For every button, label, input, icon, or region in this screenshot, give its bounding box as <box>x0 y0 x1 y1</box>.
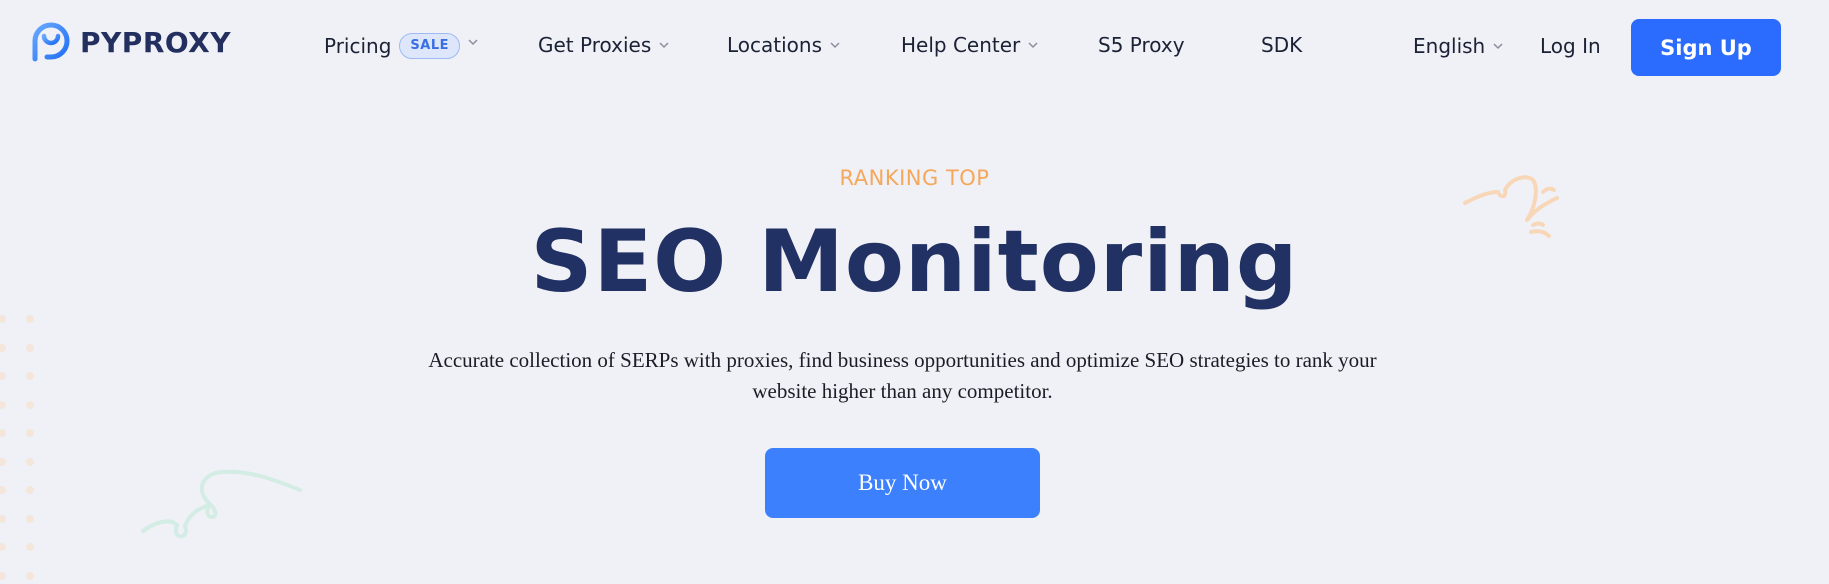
sale-badge: SALE <box>399 33 461 59</box>
login-link[interactable]: Log In <box>1540 34 1601 58</box>
decorative-dot <box>0 315 6 323</box>
nav-help-center-label: Help Center <box>901 33 1021 57</box>
pyproxy-logo-icon <box>32 22 70 62</box>
nav-sdk-label: SDK <box>1261 33 1303 57</box>
decorative-dot <box>0 372 6 380</box>
buy-now-button[interactable]: Buy Now <box>765 448 1040 518</box>
page: PYPROXY Pricing SALE Get Proxies Locatio… <box>0 0 1829 584</box>
login-label: Log In <box>1540 34 1601 58</box>
decorative-dot <box>26 543 34 551</box>
decorative-dot <box>26 457 34 466</box>
hero-eyebrow: RANKING TOP <box>839 166 990 190</box>
logo[interactable]: PYPROXY <box>30 21 231 63</box>
nav-s5-proxy[interactable]: S5 Proxy <box>1098 33 1185 57</box>
signup-button[interactable]: Sign Up <box>1631 19 1781 76</box>
decorative-dot <box>26 571 34 580</box>
decorative-dot <box>26 372 34 380</box>
decorative-dot <box>26 315 34 323</box>
nav-locations[interactable]: Locations <box>727 33 840 57</box>
decorative-dot <box>0 543 6 551</box>
hero-description: Accurate collection of SERPs with proxie… <box>428 348 1377 403</box>
chevron-down-icon <box>830 42 840 49</box>
nav-sdk[interactable]: SDK <box>1261 33 1302 57</box>
decorative-dot <box>0 343 6 352</box>
chevron-down-icon <box>468 39 478 46</box>
nav-get-proxies-label: Get Proxies <box>538 33 652 57</box>
nav-pricing-label: Pricing <box>324 34 392 58</box>
nav-help-center[interactable]: Help Center <box>901 33 1038 57</box>
decorative-dot <box>0 486 6 494</box>
decorative-dot <box>26 514 34 523</box>
decorative-dot <box>0 571 6 580</box>
decorative-dot <box>0 400 6 409</box>
decorative-loop-icon <box>141 469 302 539</box>
language-selector[interactable]: English <box>1413 34 1503 58</box>
decorative-dot <box>26 486 34 494</box>
nav-s5-proxy-label: S5 Proxy <box>1098 33 1185 57</box>
nav-get-proxies[interactable]: Get Proxies <box>538 33 669 57</box>
hero-title: SEO Monitoring <box>530 212 1299 312</box>
logo-text: PYPROXY <box>80 25 232 59</box>
decorative-dot <box>0 514 6 523</box>
nav-pricing[interactable]: Pricing SALE <box>324 33 478 59</box>
chevron-down-icon <box>1028 42 1038 49</box>
language-label: English <box>1413 34 1486 58</box>
decorative-dot <box>0 457 6 466</box>
decorative-dot <box>26 343 34 352</box>
decorative-dot <box>26 429 34 437</box>
decorative-dot <box>26 400 34 409</box>
decorative-dot <box>0 429 6 437</box>
nav-locations-label: Locations <box>727 33 823 57</box>
chevron-down-icon <box>659 42 669 49</box>
chevron-down-icon <box>1493 43 1503 50</box>
